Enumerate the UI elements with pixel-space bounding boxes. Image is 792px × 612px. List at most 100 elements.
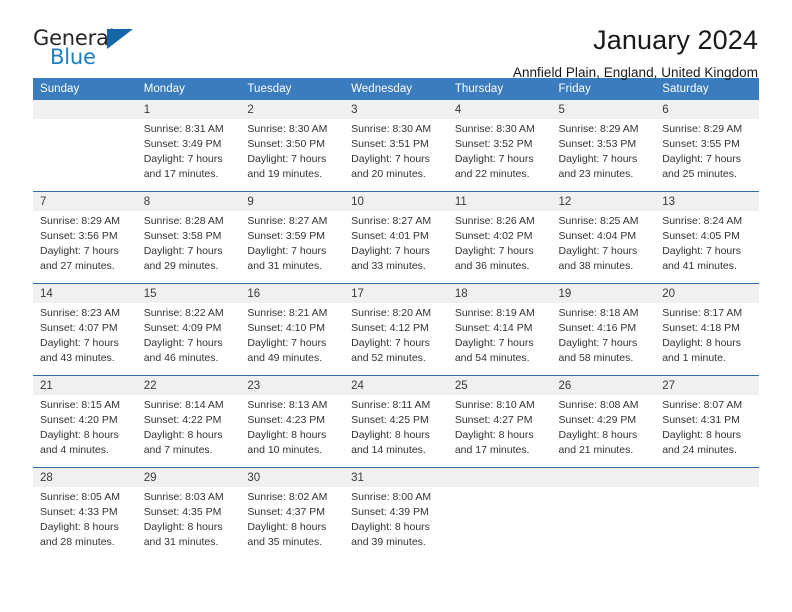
day-daylight-text: Daylight: 7 hours bbox=[351, 152, 430, 165]
calendar-table: Sunday Monday Tuesday Wednesday Thursday… bbox=[33, 78, 759, 559]
day-number-empty bbox=[655, 468, 759, 487]
day-sunset-text: Sunset: 3:50 PM bbox=[247, 137, 326, 150]
day-number-11[interactable]: 11 bbox=[447, 192, 552, 211]
day-sunrise-text: Sunrise: 8:19 AM bbox=[454, 307, 535, 319]
day-cell-18[interactable]: Sunrise: 8:19 AM Sunset: 4:14 PM Daylight:… bbox=[447, 303, 552, 375]
day-daylight-text: and 7 minutes. bbox=[143, 443, 213, 456]
day-cell-29[interactable]: Sunrise: 8:03 AM Sunset: 4:35 PM Daylight:… bbox=[136, 487, 241, 559]
day-daylight-text: and 14 minutes. bbox=[351, 443, 426, 456]
day-cell-7[interactable]: Sunrise: 8:29 AM Sunset: 3:56 PM Daylight:… bbox=[33, 211, 137, 283]
day-sunset-text: Sunset: 4:16 PM bbox=[558, 321, 637, 334]
day-cell-21[interactable]: Sunrise: 8:15 AM Sunset: 4:20 PM Daylight:… bbox=[33, 395, 137, 467]
weekday-header-saturday: Saturday bbox=[655, 78, 759, 100]
day-number-2[interactable]: 2 bbox=[240, 100, 345, 119]
day-number-24[interactable]: 24 bbox=[344, 376, 448, 395]
day-number-10[interactable]: 10 bbox=[344, 192, 448, 211]
day-cell-6[interactable]: Sunrise: 8:29 AM Sunset: 3:55 PM Daylight:… bbox=[655, 119, 759, 191]
day-cell-22[interactable]: Sunrise: 8:14 AM Sunset: 4:22 PM Daylight:… bbox=[136, 395, 241, 467]
day-number-16[interactable]: 16 bbox=[240, 284, 345, 303]
day-daylight-text: and 22 minutes. bbox=[454, 167, 530, 180]
calendar-body: 1 2 3 4 5 6 Sunrise: 8:31 AM Sunset: 3:49 PM Day… bbox=[33, 100, 759, 559]
general-blue-logo[interactable]: General Blue bbox=[33, 26, 143, 72]
day-cell-13[interactable]: Sunrise: 8:24 AM Sunset: 4:05 PM Daylight:… bbox=[655, 211, 759, 283]
day-cell-11[interactable]: Sunrise: 8:26 AM Sunset: 4:02 PM Daylight:… bbox=[447, 211, 552, 283]
day-number-7[interactable]: 7 bbox=[33, 192, 137, 211]
day-number-8[interactable]: 8 bbox=[136, 192, 241, 211]
day-cell-empty bbox=[655, 487, 759, 559]
day-number-14[interactable]: 14 bbox=[33, 284, 137, 303]
day-number-19[interactable]: 19 bbox=[551, 284, 656, 303]
day-daylight-text: and 21 minutes. bbox=[558, 443, 634, 456]
week-daynumber-row: 21 22 23 24 25 26 27 bbox=[33, 376, 759, 395]
day-daylight-text: and 35 minutes. bbox=[247, 535, 323, 548]
day-cell-8[interactable]: Sunrise: 8:28 AM Sunset: 3:58 PM Daylight:… bbox=[136, 211, 241, 283]
day-number-4[interactable]: 4 bbox=[447, 100, 552, 119]
day-sunset-text: Sunset: 4:10 PM bbox=[247, 321, 326, 334]
day-number-30[interactable]: 30 bbox=[240, 468, 345, 487]
day-cell-16[interactable]: Sunrise: 8:21 AM Sunset: 4:10 PM Daylight:… bbox=[240, 303, 345, 375]
day-cell-31[interactable]: Sunrise: 8:00 AM Sunset: 4:39 PM Daylight:… bbox=[344, 487, 448, 559]
day-number-22[interactable]: 22 bbox=[136, 376, 241, 395]
day-cell-15[interactable]: Sunrise: 8:22 AM Sunset: 4:09 PM Daylight:… bbox=[136, 303, 241, 375]
weekday-header-row: Sunday Monday Tuesday Wednesday Thursday… bbox=[33, 78, 759, 100]
day-number-26[interactable]: 26 bbox=[551, 376, 656, 395]
title-block: January 2024 Annfield Plain, England, Un… bbox=[513, 26, 758, 81]
day-number-9[interactable]: 9 bbox=[240, 192, 345, 211]
weekday-header-friday: Friday bbox=[551, 78, 656, 100]
day-number-6[interactable]: 6 bbox=[655, 100, 759, 119]
day-daylight-text: and 24 minutes. bbox=[662, 443, 737, 456]
week-detail-row: Sunrise: 8:05 AM Sunset: 4:33 PM Daylight:… bbox=[33, 487, 759, 559]
day-number-29[interactable]: 29 bbox=[136, 468, 241, 487]
day-number-27[interactable]: 27 bbox=[655, 376, 759, 395]
weekday-header-tuesday: Tuesday bbox=[240, 78, 345, 100]
day-number-21[interactable]: 21 bbox=[33, 376, 137, 395]
logo-triangle-icon bbox=[107, 29, 133, 49]
day-number-17[interactable]: 17 bbox=[344, 284, 448, 303]
day-number-1[interactable]: 1 bbox=[136, 100, 241, 119]
day-daylight-text: Daylight: 7 hours bbox=[558, 336, 638, 349]
day-cell-2[interactable]: Sunrise: 8:30 AM Sunset: 3:50 PM Daylight:… bbox=[240, 119, 345, 191]
day-cell-14[interactable]: Sunrise: 8:23 AM Sunset: 4:07 PM Daylight:… bbox=[33, 303, 137, 375]
week-daynumber-row: 14 15 16 17 18 19 20 bbox=[33, 284, 759, 303]
day-sunset-text: Sunset: 4:35 PM bbox=[143, 505, 222, 518]
day-sunset-text: Sunset: 4:25 PM bbox=[351, 413, 429, 426]
day-cell-27[interactable]: Sunrise: 8:07 AM Sunset: 4:31 PM Daylight:… bbox=[655, 395, 759, 467]
day-number-12[interactable]: 12 bbox=[551, 192, 656, 211]
day-cell-19[interactable]: Sunrise: 8:18 AM Sunset: 4:16 PM Daylight:… bbox=[551, 303, 656, 375]
day-number-5[interactable]: 5 bbox=[551, 100, 656, 119]
day-cell-28[interactable]: Sunrise: 8:05 AM Sunset: 4:33 PM Daylight:… bbox=[33, 487, 137, 559]
day-cell-5[interactable]: Sunrise: 8:29 AM Sunset: 3:53 PM Daylight:… bbox=[551, 119, 656, 191]
day-daylight-text: and 23 minutes. bbox=[558, 167, 634, 180]
day-number-13[interactable]: 13 bbox=[655, 192, 759, 211]
day-cell-23[interactable]: Sunrise: 8:13 AM Sunset: 4:23 PM Daylight:… bbox=[240, 395, 345, 467]
day-cell-20[interactable]: Sunrise: 8:17 AM Sunset: 4:18 PM Daylight:… bbox=[655, 303, 759, 375]
day-cell-1[interactable]: Sunrise: 8:31 AM Sunset: 3:49 PM Daylight:… bbox=[136, 119, 241, 191]
day-number-15[interactable]: 15 bbox=[136, 284, 241, 303]
day-cell-17[interactable]: Sunrise: 8:20 AM Sunset: 4:12 PM Daylight:… bbox=[344, 303, 448, 375]
day-cell-30[interactable]: Sunrise: 8:02 AM Sunset: 4:37 PM Daylight:… bbox=[240, 487, 345, 559]
day-number-20[interactable]: 20 bbox=[655, 284, 759, 303]
day-sunrise-text: Sunrise: 8:24 AM bbox=[662, 215, 743, 227]
day-cell-26[interactable]: Sunrise: 8:08 AM Sunset: 4:29 PM Daylight:… bbox=[551, 395, 656, 467]
day-cell-3[interactable]: Sunrise: 8:30 AM Sunset: 3:51 PM Daylight:… bbox=[344, 119, 448, 191]
day-daylight-text: Daylight: 7 hours bbox=[662, 152, 742, 165]
day-daylight-text: Daylight: 7 hours bbox=[558, 244, 638, 257]
day-sunset-text: Sunset: 3:56 PM bbox=[40, 229, 118, 242]
day-cell-12[interactable]: Sunrise: 8:25 AM Sunset: 4:04 PM Daylight:… bbox=[551, 211, 656, 283]
day-cell-24[interactable]: Sunrise: 8:11 AM Sunset: 4:25 PM Daylight:… bbox=[344, 395, 448, 467]
day-number-23[interactable]: 23 bbox=[240, 376, 345, 395]
day-number-28[interactable]: 28 bbox=[33, 468, 137, 487]
day-sunrise-text: Sunrise: 8:30 AM bbox=[247, 123, 328, 135]
day-number-18[interactable]: 18 bbox=[447, 284, 552, 303]
day-cell-10[interactable]: Sunrise: 8:27 AM Sunset: 4:01 PM Daylight:… bbox=[344, 211, 448, 283]
day-cell-9[interactable]: Sunrise: 8:27 AM Sunset: 3:59 PM Daylight:… bbox=[240, 211, 345, 283]
day-daylight-text: and 43 minutes. bbox=[40, 351, 115, 364]
day-cell-empty bbox=[447, 487, 552, 559]
day-cell-25[interactable]: Sunrise: 8:10 AM Sunset: 4:27 PM Daylight:… bbox=[447, 395, 552, 467]
day-cell-4[interactable]: Sunrise: 8:30 AM Sunset: 3:52 PM Daylight:… bbox=[447, 119, 552, 191]
day-daylight-text: Daylight: 7 hours bbox=[351, 244, 430, 257]
day-number-25[interactable]: 25 bbox=[447, 376, 552, 395]
day-number-31[interactable]: 31 bbox=[344, 468, 448, 487]
day-sunrise-text: Sunrise: 8:30 AM bbox=[351, 123, 432, 135]
day-number-3[interactable]: 3 bbox=[344, 100, 448, 119]
